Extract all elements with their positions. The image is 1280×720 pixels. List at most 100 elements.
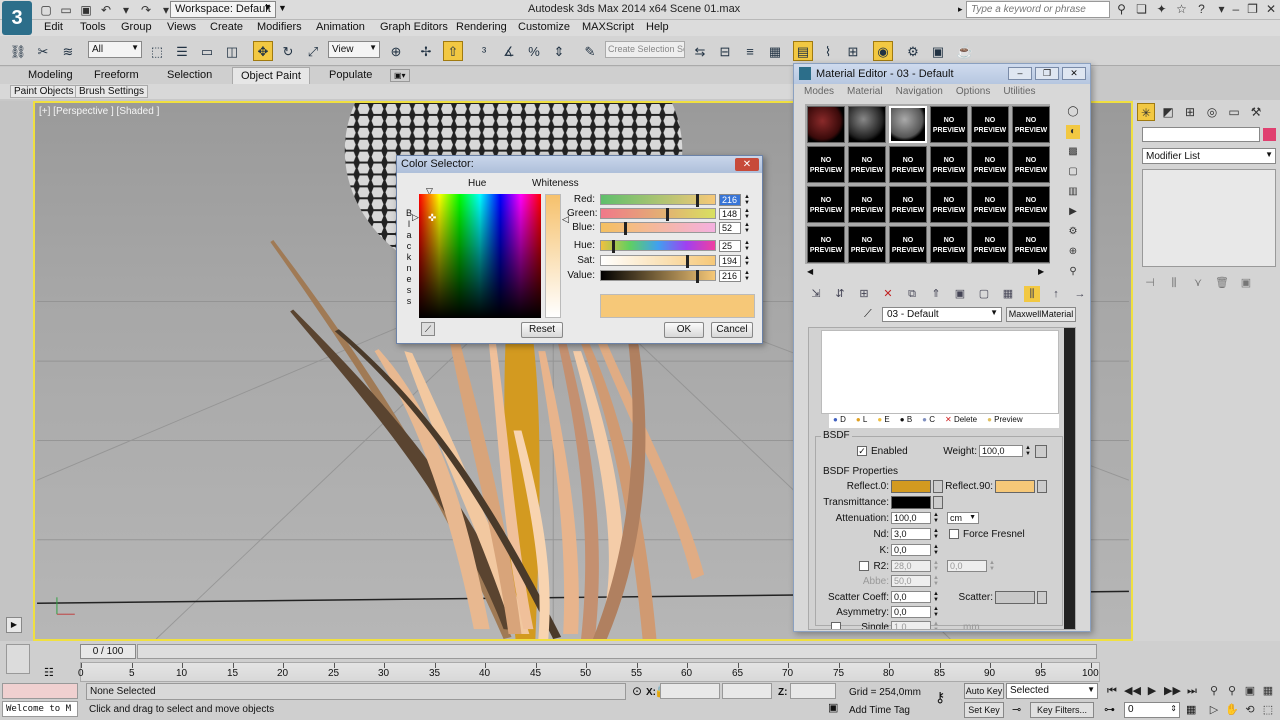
material-sample-slot[interactable]: NO PREVIEW [807, 146, 845, 183]
color-row-slider[interactable] [600, 240, 716, 253]
color-row-spinner[interactable]: ▲ ▼ [744, 194, 750, 206]
menu-rendering[interactable]: Rendering [456, 21, 507, 33]
material-sample-slot[interactable]: NO PREVIEW [930, 226, 968, 263]
material-sample-slot[interactable]: NO PREVIEW [807, 226, 845, 263]
close-icon[interactable]: ✕ [1062, 67, 1086, 80]
search-input[interactable]: Type a keyword or phrase [966, 1, 1110, 18]
menu-views[interactable]: Views [167, 21, 196, 33]
edit-named-selection-icon[interactable]: ✎ [580, 41, 600, 61]
select-and-scale-icon[interactable]: ⤢ [303, 41, 323, 61]
slider-thumb[interactable] [696, 270, 699, 283]
zoom-extents-all-icon[interactable]: ▦ [1260, 683, 1276, 699]
color-row-slider[interactable] [600, 208, 716, 221]
menu-navigation[interactable]: Navigation [896, 86, 943, 100]
communication-center-icon[interactable]: ✦ [1154, 1, 1169, 17]
maxscript-mini-listener[interactable]: Welcome to M [2, 701, 78, 717]
color-row-spinner[interactable]: ▲ ▼ [744, 222, 750, 234]
material-sample-slot[interactable]: NO PREVIEW [1012, 106, 1050, 143]
scroll-right-icon[interactable]: ▶ [1038, 267, 1044, 276]
zoom-icon[interactable]: ⚲ [1206, 683, 1222, 699]
x-coord-field[interactable] [660, 683, 720, 699]
eyedropper-icon[interactable]: ⟋ [421, 322, 435, 336]
scatter-coeff-spinner[interactable]: ▲ ▼ [933, 591, 939, 603]
workspace-menu-icon[interactable]: ▼ [278, 3, 287, 13]
track-bar-icon[interactable]: ☷ [44, 666, 54, 679]
color-row-value[interactable]: 148 [719, 208, 741, 220]
unlink-icon[interactable]: ✂ [33, 41, 53, 61]
brush-settings-panel[interactable]: Brush Settings [75, 85, 149, 98]
material-sample-slot[interactable]: NO PREVIEW [1012, 186, 1050, 223]
select-by-name-icon[interactable]: ☰ [172, 41, 192, 61]
pick-material-eyedropper-icon[interactable]: ⟋ [864, 308, 872, 321]
workspace-dropdown[interactable]: Workspace: Default ▼ [170, 1, 276, 18]
graphite-tools-icon[interactable]: ▦ [765, 41, 785, 61]
binoculars-icon[interactable]: ⚲ [1114, 1, 1129, 17]
tab-selection[interactable]: Selection [167, 69, 212, 81]
slider-thumb[interactable] [686, 255, 689, 268]
copy-material-icon[interactable]: ⧉ [904, 286, 920, 302]
transmittance-map-button[interactable] [933, 496, 943, 509]
maximize-icon[interactable]: ❐ [1247, 2, 1258, 16]
material-sample-slot[interactable]: NO PREVIEW [930, 186, 968, 223]
create-tab-icon[interactable]: ✳ [1137, 103, 1155, 121]
material-sample-slot[interactable]: NO PREVIEW [971, 226, 1009, 263]
key-mode-toggle-icon[interactable]: ⊶ [1104, 703, 1115, 716]
maximize-viewport-icon[interactable]: ⬚ [1260, 702, 1276, 718]
save-icon[interactable]: ▣ [78, 2, 94, 18]
hue-blackness-picker[interactable] [419, 194, 541, 318]
help-icon[interactable]: ? [1194, 1, 1209, 17]
reset-button[interactable]: Reset [521, 322, 563, 338]
object-color-swatch[interactable] [1263, 128, 1276, 141]
layer-manager-icon[interactable]: ≡ [740, 41, 760, 61]
color-row-slider[interactable] [600, 255, 716, 268]
set-key-button[interactable]: Set Key [964, 702, 1004, 718]
menu-group[interactable]: Group [121, 21, 152, 33]
motion-tab-icon[interactable]: ◎ [1203, 103, 1221, 121]
maximize-icon[interactable]: ❐ [1035, 67, 1059, 80]
tab-object-paint[interactable]: Object Paint [232, 67, 310, 84]
legend-item[interactable]: ● B [900, 414, 912, 428]
material-sample-slot[interactable]: NO PREVIEW [848, 226, 886, 263]
z-coord-field[interactable] [790, 683, 836, 699]
rollout-scrollbar[interactable] [1064, 328, 1075, 629]
key-icon[interactable]: ⚷ [935, 689, 945, 706]
single-sided-spinner[interactable]: ▲ ▼ [933, 621, 939, 629]
open-file-icon[interactable]: ▭ [58, 2, 74, 18]
attenuation-unit-dropdown[interactable]: cm ▼ [947, 512, 979, 524]
material-map-navigator-icon[interactable]: ⚲ [1066, 265, 1080, 279]
rendered-frame-window-icon[interactable]: ▣ [928, 41, 948, 61]
menu-tools[interactable]: Tools [80, 21, 106, 33]
hue-crosshair-icon[interactable]: ✜ [428, 213, 436, 224]
material-sample-slot[interactable]: NO PREVIEW [971, 106, 1009, 143]
help-dropdown-icon[interactable]: ▾ [1214, 1, 1229, 17]
app-logo-button[interactable]: 3 [2, 1, 32, 35]
menu-options[interactable]: Options [956, 86, 990, 100]
pan-view-icon[interactable]: ✋ [1224, 702, 1240, 718]
r2-spinner[interactable]: ▲ ▼ [933, 560, 939, 572]
menu-maxscript[interactable]: MAXScript [582, 21, 634, 33]
reflect0-color-swatch[interactable] [891, 480, 931, 493]
color-row-slider[interactable] [600, 194, 716, 207]
material-id-channel-icon[interactable]: ▢ [976, 286, 992, 302]
tab-freeform[interactable]: Freeform [94, 69, 139, 81]
material-sample-slot[interactable]: NO PREVIEW [971, 146, 1009, 183]
slider-thumb[interactable] [624, 222, 627, 235]
r2-field[interactable]: 28,0 [891, 560, 931, 572]
time-slider[interactable]: 0 / 100 [80, 644, 136, 659]
time-tag-icon[interactable]: ▣ [828, 701, 838, 714]
slider-thumb[interactable] [612, 240, 615, 253]
weight-map-button[interactable] [1035, 445, 1047, 458]
mini-listener-button[interactable] [6, 644, 30, 674]
material-editor-icon[interactable]: ◉ [873, 41, 893, 61]
material-sample-slot[interactable]: NO PREVIEW [930, 146, 968, 183]
reset-map-icon[interactable]: ✕ [880, 286, 896, 302]
scatter-color-swatch[interactable] [995, 591, 1035, 604]
redo-icon[interactable]: ↷ [138, 2, 154, 18]
menu-modes[interactable]: Modes [804, 86, 834, 100]
attenuation-spinner[interactable]: ▲ ▼ [933, 512, 939, 524]
backlight-icon[interactable]: ◐ [1066, 125, 1080, 139]
attenuation-field[interactable]: 100,0 [891, 512, 931, 524]
scatter-coeff-field[interactable]: 0,0 [891, 591, 931, 603]
legend-item[interactable]: ● C [922, 414, 935, 428]
angle-snap-icon[interactable]: ∡ [499, 41, 519, 61]
